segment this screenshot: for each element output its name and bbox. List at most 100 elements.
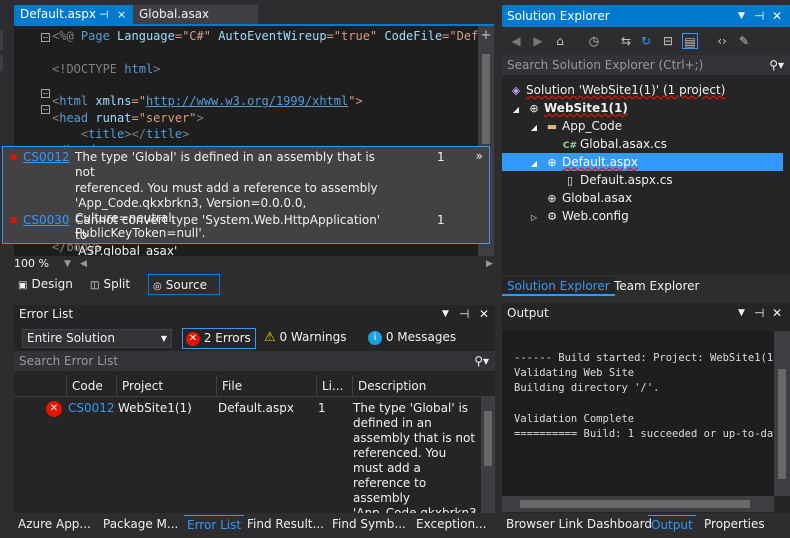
pin-icon[interactable]: ⊣	[754, 5, 764, 27]
output-panel: Output ▼ ⊣ ✕ ------ Build started: Proje…	[502, 303, 790, 513]
dropdown-icon[interactable]: ▼	[738, 5, 745, 27]
output-text-area[interactable]: ------ Build started: Project: WebSite1(…	[502, 331, 774, 496]
error-code-link[interactable]: CS0030	[23, 213, 70, 228]
column-header-file[interactable]: File	[216, 375, 316, 397]
home-icon[interactable]: ⌂	[552, 33, 568, 49]
description-line: defined in an	[353, 416, 432, 430]
tab-solution-explorer[interactable]: Solution Explorer	[502, 277, 615, 296]
expanded-arrow-icon[interactable]: ◢	[508, 101, 524, 119]
tab-exception[interactable]: Exception...	[416, 515, 487, 534]
scrollbar-thumb[interactable]	[778, 369, 786, 479]
output-lines: ------ Build started: Project: WebSite1(…	[514, 352, 774, 441]
strip-marker	[0, 55, 3, 71]
source-view-button[interactable]: ◎ Source	[148, 274, 220, 295]
error-icon: ✖	[9, 214, 19, 227]
table-row[interactable]: ✕ CS0012 WebSite1(1) Default.aspx 1 The …	[14, 397, 480, 515]
design-view-button[interactable]: ▣ Design	[18, 274, 80, 295]
column-header-description[interactable]: Description	[352, 375, 480, 397]
error-icon: ✕	[186, 331, 200, 346]
pin-icon[interactable]: ⊣	[754, 303, 764, 323]
tab-error-list[interactable]: Error List	[184, 515, 245, 534]
messages-filter-button[interactable]: i 0 Messages	[368, 328, 464, 349]
refresh-icon[interactable]: ↻	[638, 33, 654, 49]
collapse-glyph-icon[interactable]: −	[41, 89, 50, 98]
tree-item-global-asax[interactable]: ⊕ Global.asax	[544, 189, 632, 207]
tab-label: Default.aspx	[20, 7, 96, 21]
show-all-files-icon[interactable]: ▤	[682, 33, 698, 49]
tree-item-label: Web.config	[562, 209, 629, 223]
scroll-left-icon[interactable]: ◀	[80, 256, 87, 272]
wrench-icon[interactable]: ✎	[736, 33, 752, 49]
sync-icon[interactable]: ⇆	[618, 33, 634, 49]
history-icon[interactable]: ◷	[586, 33, 602, 49]
split-view-button[interactable]: ◫ Split	[90, 274, 142, 295]
tab-output[interactable]: Output	[648, 515, 696, 534]
scrollbar-thumb[interactable]	[520, 500, 750, 508]
solution-explorer-search[interactable]: Search Solution Explorer (Ctrl+;) ⚲▾	[502, 55, 790, 75]
warnings-filter-button[interactable]: ⚠ 0 Warnings	[264, 328, 356, 349]
errors-filter-button[interactable]: ✕ 2 Errors	[182, 328, 256, 349]
forward-icon[interactable]: ▶	[530, 33, 546, 49]
dropdown-icon[interactable]: ▼	[738, 303, 745, 323]
tab-global-asax[interactable]: Global.asax	[133, 5, 258, 24]
close-icon[interactable]: ✕	[479, 305, 489, 323]
scrollbar-thumb[interactable]	[482, 54, 490, 144]
error-message: Cannot convert type 'System.Web.HttpAppl…	[75, 213, 395, 259]
tree-item-default-aspx[interactable]: ◢ ⊕ Default.aspx	[502, 153, 783, 171]
split-editor-icon[interactable]: +	[478, 28, 494, 43]
tree-item-global-asax-cs[interactable]: C# Global.asax.cs	[562, 135, 667, 153]
tab-team-explorer[interactable]: Team Explorer	[614, 277, 700, 296]
column-header-line[interactable]: Li...	[316, 375, 352, 397]
tab-default-aspx[interactable]: Default.aspx ⊣ ×	[14, 5, 133, 24]
error-list-scrollbar[interactable]	[481, 397, 495, 513]
tree-item-label: WebSite1(1)	[544, 101, 628, 115]
collapse-glyph-icon[interactable]: −	[41, 105, 50, 114]
column-header-project[interactable]: Project	[116, 375, 218, 397]
view-code-icon[interactable]: ‹›	[714, 33, 730, 49]
tab-azure-app[interactable]: Azure App...	[18, 515, 91, 534]
output-horizontal-scrollbar[interactable]	[502, 496, 774, 512]
solution-explorer-tabs: Solution Explorer Team Explorer	[502, 275, 790, 296]
search-icon[interactable]: ⚲▾	[474, 351, 489, 371]
close-icon[interactable]: ✕	[772, 303, 782, 323]
collapse-all-icon[interactable]: ⊟	[660, 33, 676, 49]
back-icon[interactable]: ◀	[508, 33, 524, 49]
pin-icon[interactable]: ⊣	[99, 5, 109, 24]
error-list-search[interactable]: Search Error List ⚲▾	[14, 351, 495, 371]
tab-properties[interactable]: Properties	[704, 515, 765, 534]
zoom-level[interactable]: 100 %	[14, 256, 49, 272]
tree-item-web-config[interactable]: ▷ ⚙ Web.config	[526, 207, 629, 225]
collapsed-arrow-icon[interactable]: ▷	[526, 209, 542, 227]
tree-item-website[interactable]: ◢ ⊕ WebSite1(1)	[508, 99, 628, 117]
tab-find-symbol[interactable]: Find Symb...	[332, 515, 406, 534]
expanded-arrow-icon[interactable]: ◢	[526, 155, 542, 173]
dropdown-icon[interactable]: ▼	[442, 305, 449, 323]
search-icon[interactable]: ⚲▾	[769, 55, 784, 75]
error-list-title-bar: Error List ▼ ⊣ ✕	[14, 305, 495, 323]
code-line: <%@ Page Language="C#" AutoEventWireup="…	[52, 29, 478, 43]
close-icon[interactable]: ×	[117, 5, 126, 24]
pin-icon[interactable]: ⊣	[459, 305, 469, 323]
tab-browser-link-dashboard[interactable]: Browser Link Dashboard	[506, 515, 652, 534]
tree-item-app-code[interactable]: ◢ ▬ App_Code	[526, 117, 622, 135]
collapse-glyph-icon[interactable]: −	[41, 33, 50, 42]
output-vertical-scrollbar[interactable]	[774, 331, 790, 496]
tree-item-default-aspx-cs[interactable]: ▯ Default.aspx.cs	[562, 171, 673, 189]
expanded-arrow-icon[interactable]: ◢	[526, 119, 542, 137]
tab-find-results[interactable]: Find Result...	[247, 515, 324, 534]
column-header-code[interactable]: Code	[66, 375, 118, 397]
messages-count: 0 Messages	[385, 330, 457, 344]
tab-package-manager[interactable]: Package M...	[103, 515, 178, 534]
scrollbar-thumb[interactable]	[484, 411, 492, 466]
error-code-link[interactable]: CS0012	[23, 150, 70, 165]
column-header-icon[interactable]	[39, 375, 69, 397]
tree-item-solution[interactable]: ◈ Solution 'WebSite1(1)' (1 project)	[508, 81, 726, 99]
scroll-right-icon[interactable]: ▶	[486, 256, 493, 272]
zoom-dropdown-icon[interactable]: ▼	[64, 256, 71, 272]
row-code-link[interactable]: CS0012	[68, 401, 115, 416]
expand-icon[interactable]: »	[476, 149, 483, 164]
tree-item-label: Default.aspx	[562, 155, 638, 169]
solution-explorer-title-bar: Solution Explorer ▼ ⊣ ✕	[502, 5, 790, 27]
close-icon[interactable]: ✕	[772, 5, 782, 27]
scope-dropdown[interactable]: Entire Solution ▼	[22, 329, 172, 348]
